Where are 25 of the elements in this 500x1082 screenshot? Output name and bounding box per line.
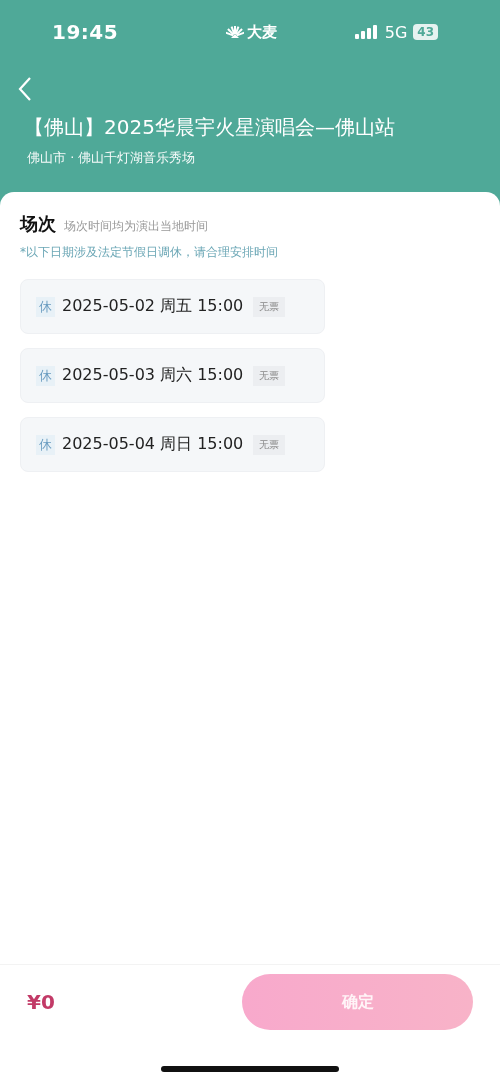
holiday-tag: 休 [36,434,55,455]
battery-level: 43 [413,24,438,40]
app-brand: 大麦 [246,22,277,42]
session-datetime: 2025-05-04 周日 15:00 [62,434,244,455]
ticket-status: 无票 [253,434,286,455]
session-datetime: 2025-05-03 周六 15:00 [62,365,244,386]
session-option[interactable]: 休 2025-05-03 周六 15:00 无票 [20,348,325,403]
session-option[interactable]: 休 2025-05-02 周五 15:00 无票 [20,279,325,334]
holiday-notice: *以下日期涉及法定节假日调休，请合理安排时间 [19,244,279,261]
session-datetime: 2025-05-02 周五 15:00 [62,296,244,317]
holiday-tag: 休 [36,296,55,317]
back-icon[interactable] [18,76,32,102]
event-title: 【佛山】2025华晨宇火星演唱会—佛山站 [24,114,396,141]
time-hint: 场次时间均为演出当地时间 [64,218,208,235]
total-price: ¥0 [27,990,55,1014]
venue-text: 佛山市 · 佛山千灯湖音乐秀场 [27,149,197,167]
network-type: 5G [384,22,408,42]
ticket-status: 无票 [253,296,286,317]
status-time: 19:45 [52,20,119,44]
section-heading: 场次 [20,212,56,236]
ticket-status: 无票 [253,365,286,386]
holiday-tag: 休 [36,365,55,386]
session-option[interactable]: 休 2025-05-04 周日 15:00 无票 [20,417,325,472]
signal-icon [354,25,379,39]
sunburst-logo-icon [225,25,244,39]
